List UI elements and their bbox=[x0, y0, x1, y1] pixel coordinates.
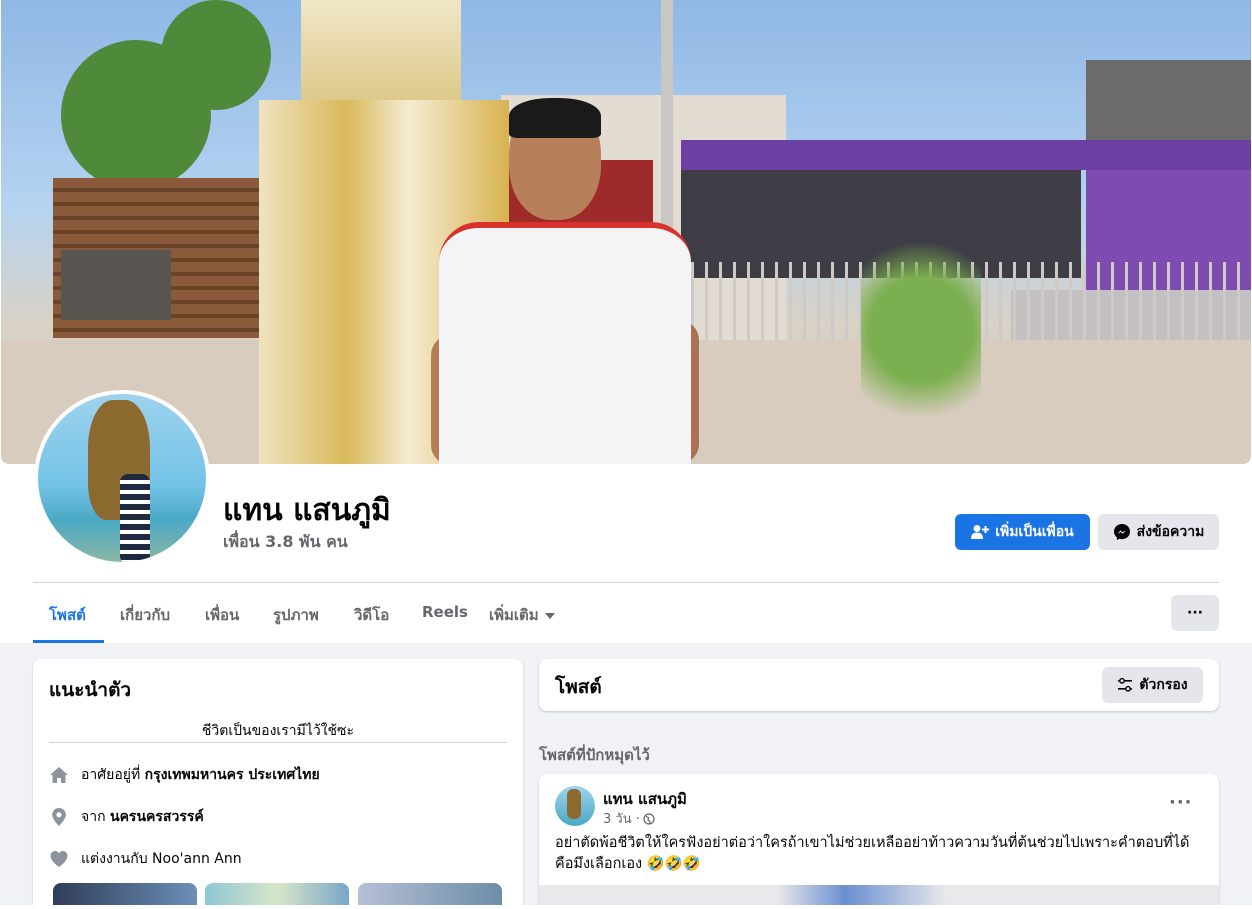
post-author-avatar[interactable] bbox=[555, 786, 595, 826]
send-message-label: ส่งข้อความ bbox=[1136, 524, 1205, 540]
info-prefix: อาศัยอยู่ที่ bbox=[81, 767, 141, 783]
send-message-button[interactable]: ส่งข้อความ bbox=[1098, 514, 1219, 550]
cover-sign bbox=[61, 250, 171, 320]
bottom-edge bbox=[0, 905, 1252, 909]
add-friend-button[interactable]: เพิ่มเป็นเพื่อน bbox=[955, 514, 1090, 550]
post-time[interactable]: 3 วัน · bbox=[603, 808, 640, 829]
globe-icon bbox=[643, 812, 655, 825]
info-text: จาก นครนครสวรรค์ bbox=[81, 806, 204, 828]
tab-photos[interactable]: รูปภาพ bbox=[273, 603, 319, 627]
post-options-icon[interactable]: ··· bbox=[1169, 792, 1193, 813]
home-icon bbox=[50, 767, 68, 783]
add-friend-icon bbox=[971, 525, 990, 539]
intro-card: แนะนำตัว ชีวิตเป็นของเรามีไว้ใช้ซะ อาศัย… bbox=[33, 659, 523, 909]
cover-person-body bbox=[439, 222, 691, 464]
tab-friends[interactable]: เพื่อน bbox=[205, 603, 239, 627]
profile-picture[interactable] bbox=[34, 390, 210, 566]
chevron-down-icon bbox=[544, 612, 555, 619]
filter-label: ตัวกรอง bbox=[1139, 677, 1188, 693]
active-tab-indicator bbox=[33, 640, 104, 643]
tab-videos[interactable]: วิดีโอ bbox=[354, 603, 389, 627]
post-meta: 3 วัน · bbox=[603, 808, 655, 829]
info-prefix: แต่งงานกับ bbox=[81, 851, 148, 867]
cover-photo[interactable] bbox=[1, 0, 1251, 464]
tab-more-label: เพิ่มเติม bbox=[489, 606, 539, 624]
info-prefix: จาก bbox=[81, 809, 106, 825]
heart-icon bbox=[50, 851, 68, 867]
info-value[interactable]: กรุงเทพมหานคร ประเทศไทย bbox=[145, 767, 320, 783]
more-options-button[interactable]: ··· bbox=[1171, 595, 1219, 631]
cover-purple-roof bbox=[681, 140, 1251, 170]
post-text: อย่าตัดพ้อชีวิตให้ใครฟังอย่าต่อว่าใครถ้า… bbox=[555, 835, 1190, 872]
posts-header-card: โพสต์ ตัวกรอง bbox=[539, 659, 1219, 711]
friends-count[interactable]: เพื่อน 3.8 พัน คน bbox=[223, 530, 348, 555]
tab-reels[interactable]: Reels bbox=[422, 603, 468, 621]
filter-button[interactable]: ตัวกรอง bbox=[1102, 667, 1203, 703]
pinned-posts-label: โพสต์ที่ปักหมุดไว้ bbox=[539, 746, 650, 764]
cover-pole bbox=[661, 0, 673, 260]
add-friend-label: เพิ่มเป็นเพื่อน bbox=[995, 524, 1074, 540]
info-text: แต่งงานกับ Noo'ann Ann bbox=[81, 848, 242, 870]
cover-plant bbox=[861, 240, 981, 464]
cover-tree bbox=[161, 0, 271, 110]
more-options-icon: ··· bbox=[1187, 605, 1203, 621]
tab-about[interactable]: เกี่ยวกับ bbox=[120, 603, 170, 627]
filter-icon bbox=[1118, 677, 1133, 692]
post-card: แทน แสนภูมิ 3 วัน · ··· อย่าตัดพ้อชีวิตใ… bbox=[539, 774, 1219, 909]
location-pin-icon bbox=[52, 808, 66, 826]
avatar-statue bbox=[567, 789, 581, 819]
info-value[interactable]: Noo'ann Ann bbox=[152, 851, 242, 867]
info-value[interactable]: นครนครสวรรค์ bbox=[110, 809, 204, 825]
cover-person-hair bbox=[509, 98, 601, 138]
profile-name: แทน แสนภูมิ bbox=[223, 493, 391, 528]
header-divider bbox=[33, 582, 1219, 583]
bio-text: ชีวิตเป็นของเรามีไว้ใช้ซะ bbox=[201, 723, 355, 739]
info-row-lives-in: อาศัยอยู่ที่ กรุงเทพมหานคร ประเทศไทย bbox=[49, 764, 320, 786]
tab-more[interactable]: เพิ่มเติม bbox=[489, 603, 555, 627]
posts-title: โพสต์ bbox=[555, 676, 602, 698]
tab-posts[interactable]: โพสต์ bbox=[49, 603, 86, 627]
intro-title: แนะนำตัว bbox=[49, 679, 132, 701]
info-row-relationship: แต่งงานกับ Noo'ann Ann bbox=[49, 848, 242, 870]
intro-divider bbox=[49, 742, 507, 743]
avatar-person bbox=[120, 474, 150, 562]
messenger-icon bbox=[1113, 524, 1130, 540]
info-row-from: จาก นครนครสวรรค์ bbox=[49, 806, 204, 828]
info-text: อาศัยอยู่ที่ กรุงเทพมหานคร ประเทศไทย bbox=[81, 764, 320, 786]
